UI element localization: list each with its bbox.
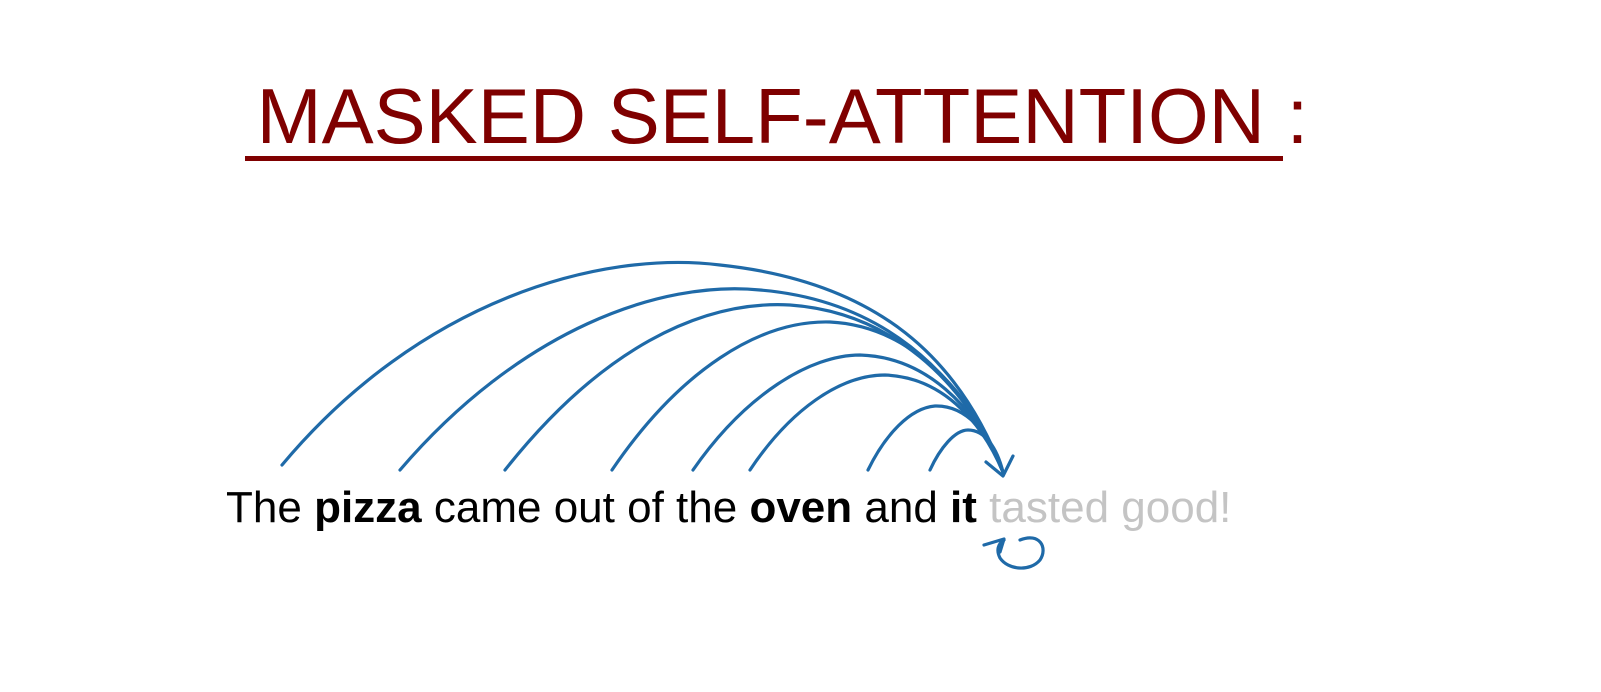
attention-arrow-the [280,260,1005,474]
token-it: it [950,483,977,532]
token-out: out [553,483,615,532]
token-pizza: pizza [314,483,422,532]
token-and: and [864,483,938,532]
attention-arrow-out [610,320,1005,474]
token-the: The [226,483,302,532]
self-loop-arrowhead [982,537,1006,554]
attention-arrow-came [503,303,1005,474]
attention-arrows [280,260,1045,570]
attention-arrow-of [691,353,1005,474]
attention-self-loop-it [996,536,1045,570]
sentence: The pizza came out of the oven and it ta… [226,480,1231,536]
token-tasted: tasted [989,483,1110,532]
token-the-2: the [676,483,738,532]
token-of: of [627,483,664,532]
token-good: good! [1121,483,1232,532]
token-came: came [433,483,542,532]
attention-arrow-the-2 [748,373,1005,474]
token-oven: oven [749,483,853,532]
